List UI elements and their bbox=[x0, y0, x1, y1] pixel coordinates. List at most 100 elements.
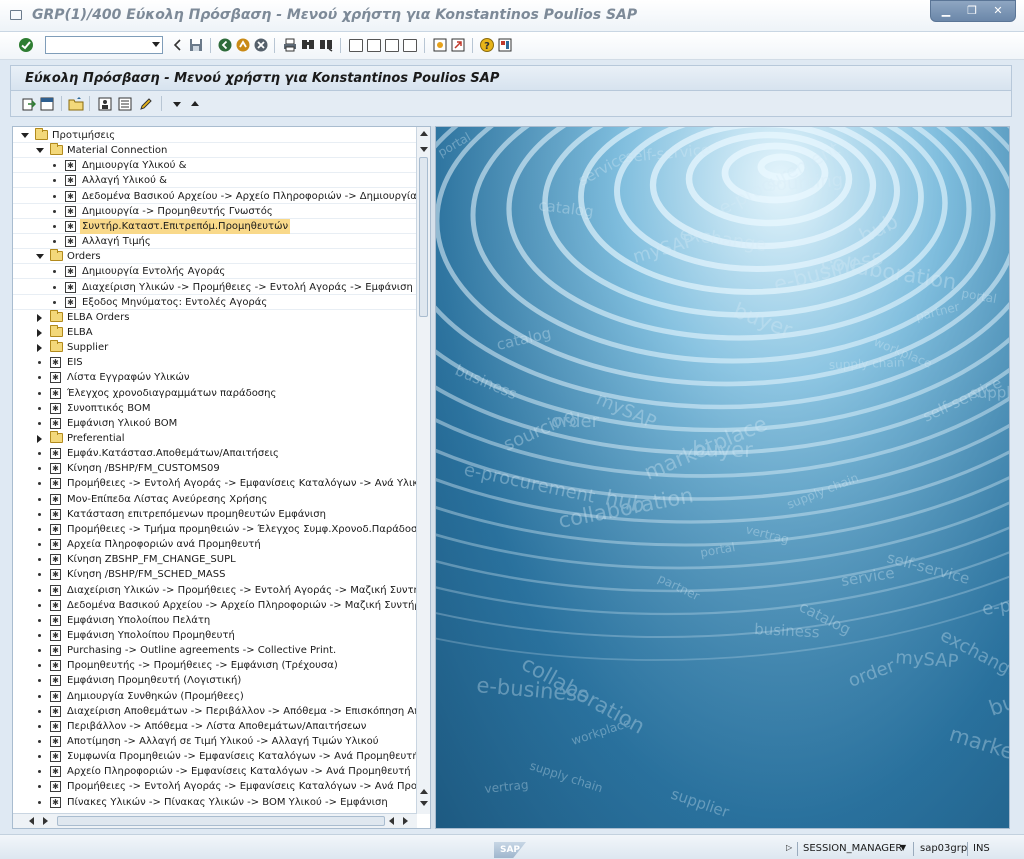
tree-item[interactable]: ✱ Προμήθειες -> Τμήμα προμηθειών -> Έλεγχ… bbox=[13, 522, 417, 537]
tree-folder[interactable]: ELBA bbox=[13, 324, 417, 340]
tree-item-label[interactable]: Διαχείριση Υλικών -> Προμήθειες -> Εντολ… bbox=[82, 280, 413, 295]
first-page-icon[interactable] bbox=[348, 37, 364, 53]
tree-item-label[interactable]: ELBA bbox=[67, 325, 93, 340]
tree-folder[interactable]: Προτιμήσεις bbox=[13, 128, 417, 143]
scroll-up-icon[interactable] bbox=[420, 131, 428, 136]
tree-item[interactable]: ✱ Δεδομένα Βασικού Αρχείου -> Αρχείο Πληρ… bbox=[13, 189, 417, 204]
scroll-page-right-icon[interactable] bbox=[403, 817, 408, 825]
other-menu-icon[interactable] bbox=[21, 96, 37, 112]
tree-item-label[interactable]: Κίνηση /BSHP/FM_SCHED_MASS bbox=[67, 567, 225, 582]
tree-item[interactable]: ✱ Αποτίμηση -> Αλλαγή σε Τιμή Υλικού -> Α… bbox=[13, 734, 417, 749]
tree-item-label[interactable]: Συντήρ.Καταστ.Επιτρεπόμ.Προμηθευτών bbox=[80, 218, 291, 234]
scroll-left-icon[interactable] bbox=[29, 817, 34, 825]
tree-item[interactable]: ✱ Δεδομένα Βασικού Αρχείου -> Αρχείο Πληρ… bbox=[13, 598, 417, 613]
tree-item-label[interactable]: Προμηθευτής -> Προμήθειες -> Εμφάνιση (Τ… bbox=[67, 658, 338, 673]
tree-item[interactable]: ✱ Πίνακες Υλικών -> Πίνακας Υλικών -> BOM… bbox=[13, 795, 417, 810]
tree-item-label[interactable]: Συμφωνία Προμηθειών -> Εμφανίσεις Καταλό… bbox=[67, 749, 417, 764]
tree-item[interactable]: ✱ Κίνηση /BSHP/FM_SCHED_MASS bbox=[13, 567, 417, 582]
tree-item[interactable]: ✱ Εμφάνιση Υπολοίπου Πελάτη bbox=[13, 613, 417, 628]
cancel-icon[interactable] bbox=[253, 37, 269, 53]
sap-menu-icon[interactable] bbox=[39, 96, 55, 112]
tree-item[interactable]: ✱ Διαχείριση Υλικών -> Προμήθειες -> Εντο… bbox=[13, 583, 417, 598]
find-next-icon[interactable] bbox=[318, 37, 334, 53]
tree-item[interactable]: ✱ Κίνηση /BSHP/FM_CUSTOMS09 bbox=[13, 461, 417, 476]
tree-item-label[interactable]: Αποτίμηση -> Αλλαγή σε Τιμή Υλικού -> Αλ… bbox=[67, 734, 379, 749]
restore-icon[interactable]: ❐ bbox=[965, 4, 979, 17]
tree-item-label[interactable]: Αλλαγή Υλικού & bbox=[82, 173, 167, 188]
tree-item-label[interactable]: Εμφάνιση Προμηθευτή (Λογιστική) bbox=[67, 673, 241, 688]
tree-item-label[interactable]: Supplier bbox=[67, 340, 108, 355]
command-field-input[interactable] bbox=[46, 37, 146, 53]
enter-icon[interactable] bbox=[18, 37, 34, 53]
tree-item[interactable]: ✱ Προμήθειες -> Εντολή Αγοράς -> Εμφανίσε… bbox=[13, 779, 417, 794]
tree-item[interactable]: ✱ Purchasing -> Outline agreements -> Col… bbox=[13, 643, 417, 658]
tree-item-label[interactable]: Εξοδος Μηνύματος: Εντολές Αγοράς bbox=[82, 295, 267, 310]
tree-item-label[interactable]: Εμφάνιση Υλικού BOM bbox=[67, 416, 177, 431]
tree-item-label[interactable]: Δημιουργία Εντολής Αγοράς bbox=[82, 264, 225, 279]
tree-item[interactable]: ✱ Δημιουργία Συνθηκών (Προμήθεες) bbox=[13, 689, 417, 704]
tree-item-label[interactable]: Συνοπτικός BOM bbox=[67, 401, 150, 416]
tree-item[interactable]: ✱ Δημιουργία Υλικού & bbox=[13, 158, 417, 174]
tree-item-label[interactable]: ELBA Orders bbox=[67, 310, 129, 325]
tree-item[interactable]: ✱ Κίνηση ZBSHP_FM_CHANGE_SUPL bbox=[13, 552, 417, 567]
add-favorites-icon[interactable] bbox=[68, 96, 84, 112]
new-session-icon[interactable] bbox=[432, 37, 448, 53]
expand-closed-icon[interactable] bbox=[37, 344, 42, 353]
tree-item[interactable]: ✱ Προμηθευτής -> Προμήθειες -> Εμφάνιση (… bbox=[13, 658, 417, 673]
tree-item-label[interactable]: Δεδομένα Βασικού Αρχείου -> Αρχείο Πληρο… bbox=[82, 189, 417, 204]
assign-users-icon[interactable] bbox=[117, 96, 133, 112]
tree-item[interactable]: ✱ Αρχείο Πληροφοριών -> Εμφανίσεις Καταλό… bbox=[13, 764, 417, 779]
tree-horizontal-scrollbar[interactable] bbox=[13, 813, 417, 828]
tree-item-label[interactable]: Εμφάνιση Υπολοίπου Προμηθευτή bbox=[67, 628, 235, 643]
expand-open-icon[interactable] bbox=[21, 133, 29, 138]
tree-item-label[interactable]: Αρχεία Πληροφοριών ανά Προμηθευτή bbox=[67, 537, 261, 552]
tree-item-label[interactable]: Εμφάνιση Υπολοίπου Πελάτη bbox=[67, 613, 210, 628]
tree-item[interactable]: ✱ Συντήρ.Καταστ.Επιτρεπόμ.Προμηθευτών bbox=[13, 218, 417, 234]
insert-mode-field[interactable]: INS bbox=[973, 843, 990, 854]
tree-item-label[interactable]: Προμήθειες -> Εντολή Αγοράς -> Εμφανίσει… bbox=[67, 779, 417, 794]
tree-item[interactable]: ✱ Συμφωνία Προμηθειών -> Εμφανίσεις Καταλ… bbox=[13, 749, 417, 764]
expand-closed-icon[interactable] bbox=[37, 328, 42, 337]
tree-item-label[interactable]: Purchasing -> Outline agreements -> Coll… bbox=[67, 643, 336, 658]
tree-item-label[interactable]: Δεδομένα Βασικού Αρχείου -> Αρχείο Πληρο… bbox=[67, 598, 417, 613]
tree-item-label[interactable]: Διαχείριση Αποθεμάτων -> Περιβάλλον -> Α… bbox=[67, 704, 417, 719]
status-toggle-icon[interactable]: ▷ bbox=[786, 843, 792, 852]
tree-item[interactable]: ✱ Εμφάν.Κατάστασ.Αποθεμάτων/Απαιτήσεις bbox=[13, 446, 417, 461]
tree-item[interactable]: ✱ Λίστα Εγγραφών Υλικών bbox=[13, 370, 417, 385]
command-field[interactable] bbox=[45, 36, 163, 54]
tree-item-label[interactable]: Δημιουργία Συνθηκών (Προμήθεες) bbox=[67, 689, 244, 704]
tree-item-label[interactable]: Προμήθειες -> Εντολή Αγοράς -> Εμφανίσει… bbox=[67, 476, 417, 491]
tree-item-label[interactable]: Κίνηση ZBSHP_FM_CHANGE_SUPL bbox=[67, 552, 236, 567]
tree-folder[interactable]: Material Connection bbox=[13, 143, 417, 159]
tree-item-label[interactable]: Orders bbox=[67, 249, 101, 264]
tree-item-label[interactable]: Κατάσταση επιτρεπόμενων προμηθευτών Εμφά… bbox=[67, 507, 326, 522]
tree-item[interactable]: ✱ Εξοδος Μηνύματος: Εντολές Αγοράς bbox=[13, 295, 417, 310]
scroll-right-icon[interactable] bbox=[43, 817, 48, 825]
tree-item[interactable]: ✱ EIS bbox=[13, 355, 417, 370]
tree-item-label[interactable]: Δημιουργία Υλικού & bbox=[82, 158, 186, 173]
tree-item[interactable]: ✱ Διαχείριση Υλικών -> Προμήθειες -> Εντο… bbox=[13, 280, 417, 295]
tree-folder[interactable]: ELBA Orders bbox=[13, 309, 417, 325]
tree-item-label[interactable]: Εμφάν.Κατάστασ.Αποθεμάτων/Απαιτήσεις bbox=[67, 446, 279, 461]
tree-item-label[interactable]: Διαχείριση Υλικών -> Προμήθειες -> Εντολ… bbox=[67, 583, 417, 598]
close-icon[interactable]: ✕ bbox=[991, 4, 1005, 17]
save-icon[interactable] bbox=[188, 37, 204, 53]
tree-item[interactable]: ✱ Έλεγχος χρονοδιαγραμμάτων παράδοσης bbox=[13, 386, 417, 401]
tree-item[interactable]: ✱ Συνοπτικός BOM bbox=[13, 401, 417, 416]
tree-item-label[interactable]: Μον-Επίπεδα Λίστας Ανεύρεσης Χρήσης bbox=[67, 492, 267, 507]
tree-vertical-scrollbar[interactable] bbox=[416, 127, 430, 814]
expand-open-icon[interactable] bbox=[36, 254, 44, 260]
tree-item[interactable]: ✱ Δημιουργία Εντολής Αγοράς bbox=[13, 264, 417, 280]
tree-item-label[interactable]: Λίστα Εγγραφών Υλικών bbox=[67, 370, 189, 385]
print-icon[interactable] bbox=[282, 37, 298, 53]
tree-item[interactable]: ✱ Προμήθειες -> Εντολή Αγοράς -> Εμφανίσε… bbox=[13, 476, 417, 491]
shortcut-icon[interactable] bbox=[450, 37, 466, 53]
change-icon[interactable] bbox=[138, 96, 154, 112]
tree-item[interactable]: ✱ Αλλαγή Υλικού & bbox=[13, 173, 417, 189]
tree-item-label[interactable]: Περιβάλλον -> Απόθεμα -> Λίστα Αποθεμάτω… bbox=[67, 719, 366, 734]
scroll-down-icon[interactable] bbox=[420, 147, 428, 152]
tree-item-label[interactable]: Δημιουργία -> Προμηθευτής Γνωστός bbox=[82, 204, 273, 219]
tree-item-label[interactable]: Πίνακες Υλικών -> Πίνακας Υλικών -> BOM … bbox=[67, 795, 388, 810]
tree-item-label[interactable]: Αλλαγή Τιμής bbox=[82, 234, 151, 249]
tree-item-label[interactable]: Προτιμήσεις bbox=[52, 128, 115, 143]
